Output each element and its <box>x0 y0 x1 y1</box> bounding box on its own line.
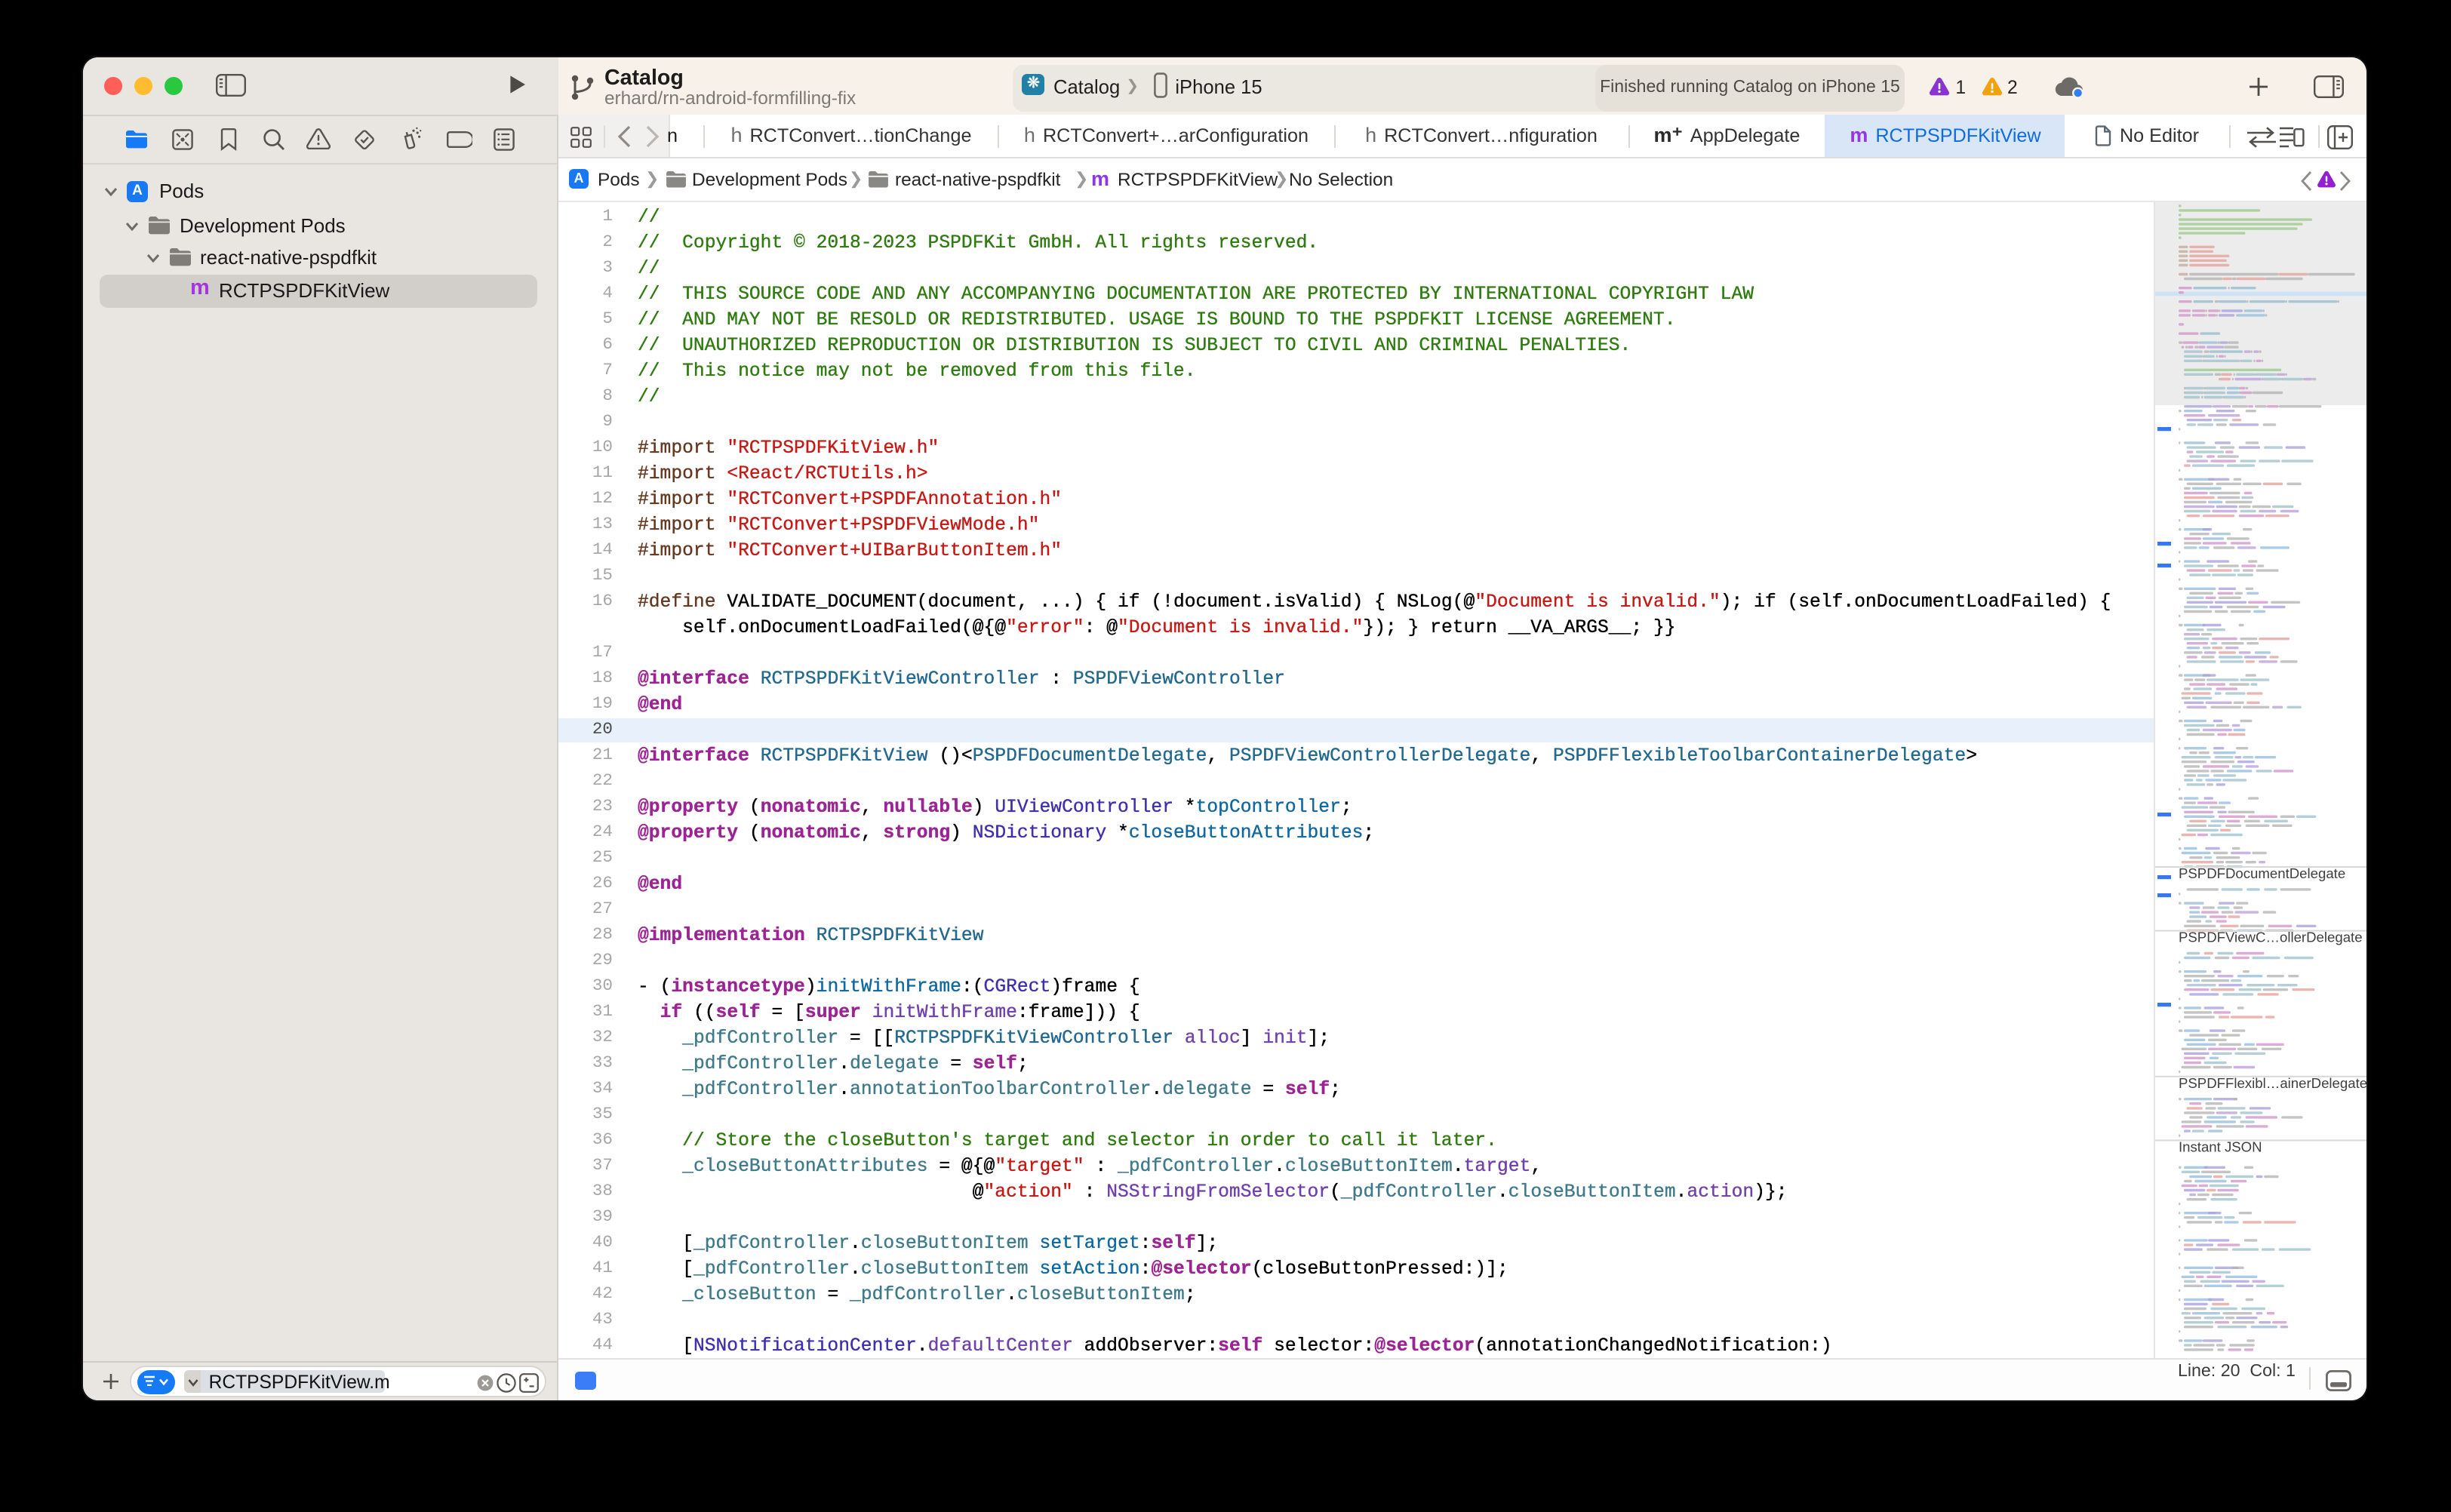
svg-text:PSPDFViewC…ollerDelegate: PSPDFViewC…ollerDelegate <box>2179 930 2363 945</box>
svg-text:PSPDFDocumentDelegate: PSPDFDocumentDelegate <box>2179 865 2346 881</box>
svg-text:PSPDFFlexibl…ainerDelegate: PSPDFFlexibl…ainerDelegate <box>2179 1075 2366 1091</box>
svg-text:Instant JSON: Instant JSON <box>2179 1139 2263 1154</box>
